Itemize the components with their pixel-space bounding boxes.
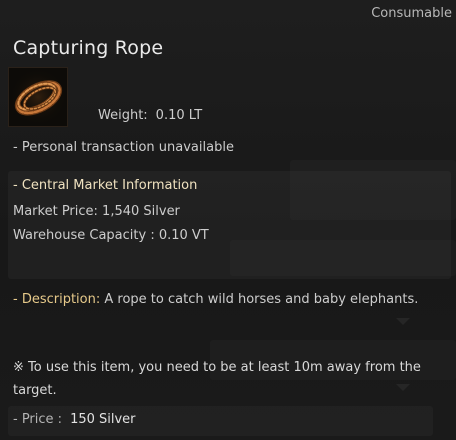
weight-value: 0.10 LT: [155, 108, 203, 123]
weight-row: Weight: 0.10 LT: [98, 108, 202, 123]
item-type: Consumable: [371, 6, 452, 21]
warehouse-capacity: Warehouse Capacity : 0.10 VT: [13, 228, 209, 243]
rope-coil-icon: [8, 67, 68, 127]
transaction-note: - Personal transaction unavailable: [13, 140, 234, 155]
description-text: A rope to catch wild horses and baby ele…: [104, 292, 419, 307]
market-price: Market Price: 1,540 Silver: [13, 204, 180, 219]
item-name: Capturing Rope: [13, 37, 164, 59]
usage-note: ※ To use this item, you need to be at le…: [13, 360, 421, 398]
market-info-title: - Central Market Information: [13, 178, 198, 193]
price-value: 150 Silver: [70, 412, 136, 427]
item-tooltip: Consumable Capturing Rope Weight: 0.10 LT: [0, 0, 456, 440]
description-label: - Description:: [13, 292, 105, 307]
background-dropdown-caret-icon: [396, 318, 410, 325]
price-row: - Price : 150 Silver: [13, 412, 136, 427]
price-label: - Price :: [13, 412, 63, 427]
item-description: - Description: A rope to catch wild hors…: [13, 288, 433, 311]
weight-label: Weight:: [98, 108, 148, 123]
